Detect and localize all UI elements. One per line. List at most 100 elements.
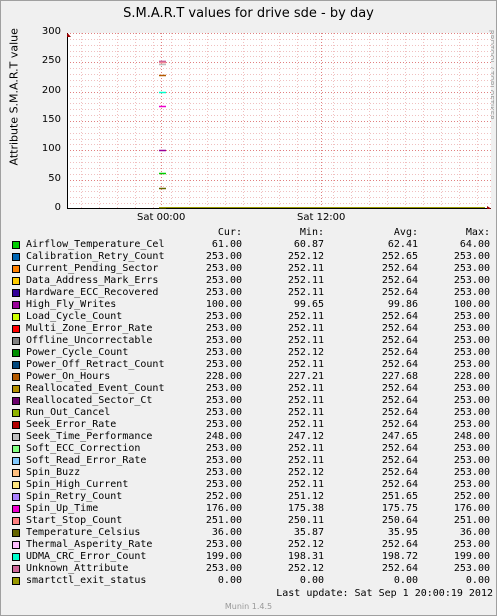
legend-name: Temperature_Celsius — [26, 527, 141, 538]
legend-cur-value: 248.00 — [205, 431, 242, 442]
legend-swatch — [12, 553, 20, 561]
legend-min-value: 252.11 — [287, 407, 324, 418]
y-tick-label: 200 — [41, 84, 61, 96]
legend-max-value: 253.00 — [453, 467, 490, 478]
legend-avg-value: 62.41 — [387, 239, 418, 250]
legend-cur-value: 253.00 — [205, 455, 242, 466]
legend-avg-value: 252.65 — [381, 251, 418, 262]
legend-swatch — [12, 565, 20, 573]
legend-max-value: 199.00 — [453, 551, 490, 562]
legend-cur-value: 228.00 — [205, 371, 242, 382]
legend-cur-value: 253.00 — [205, 287, 242, 298]
legend-swatch — [12, 421, 20, 429]
column-header-avg: Avg: — [393, 227, 418, 238]
legend-min-value: 252.11 — [287, 395, 324, 406]
legend-min-value: 252.11 — [287, 359, 324, 370]
legend-min-value: 99.65 — [293, 299, 324, 310]
legend-name: Data_Address_Mark_Errs — [26, 275, 159, 286]
legend-row: Seek_Time_Performance 248.00 247.12 247.65 2… — [12, 431, 492, 443]
legend-row: Multi_Zone_Error_Rate 253.00 252.11 252.64 2… — [12, 323, 492, 335]
legend-swatch — [12, 469, 20, 477]
legend-row: Soft_ECC_Correction 253.00 252.11 252.64 253… — [12, 443, 492, 455]
legend-cur-value: 253.00 — [205, 383, 242, 394]
y-tick-label: 50 — [48, 172, 61, 184]
legend-name: Reallocated_Event_Count — [26, 383, 165, 394]
legend-avg-value: 252.64 — [381, 287, 418, 298]
legend-row: Seek_Error_Rate 253.00 252.11 252.64 253.00 — [12, 419, 492, 431]
legend-name: Load_Cycle_Count — [26, 311, 123, 322]
legend-cur-value: 251.00 — [205, 515, 242, 526]
legend-min-value: 252.12 — [287, 251, 324, 262]
legend-avg-value: 252.64 — [381, 539, 418, 550]
legend-name: Offline_Uncorrectable — [26, 335, 153, 346]
legend-avg-value: 252.64 — [381, 419, 418, 430]
legend-swatch — [12, 445, 20, 453]
legend-name: High_Fly_Writes — [26, 299, 117, 310]
legend-avg-value: 252.64 — [381, 275, 418, 286]
legend-min-value: 252.11 — [287, 323, 324, 334]
legend-row: Spin_Up_Time 176.00 175.38 175.75 176.00 — [12, 503, 492, 515]
legend-row: UDMA_CRC_Error_Count 199.00 198.31 198.72 19… — [12, 551, 492, 563]
legend-row: Power_On_Hours 228.00 227.21 227.68 228.00 — [12, 371, 492, 383]
legend-max-value: 253.00 — [453, 383, 490, 394]
legend-avg-value: 252.64 — [381, 479, 418, 490]
legend-name: Seek_Error_Rate — [26, 419, 117, 430]
legend-max-value: 176.00 — [453, 503, 490, 514]
legend-max-value: 253.00 — [453, 563, 490, 574]
legend-max-value: 253.00 — [453, 443, 490, 454]
legend-name: Thermal_Asperity_Rate — [26, 539, 153, 550]
legend-min-value: 198.31 — [287, 551, 324, 562]
legend-avg-value: 227.68 — [381, 371, 418, 382]
legend-min-value: 252.12 — [287, 347, 324, 358]
y-tick-label: 250 — [41, 55, 61, 67]
legend-max-value: 228.00 — [453, 371, 490, 382]
legend-cur-value: 253.00 — [205, 407, 242, 418]
legend-max-value: 253.00 — [453, 359, 490, 370]
legend-cur-value: 199.00 — [205, 551, 242, 562]
legend-cur-value: 253.00 — [205, 323, 242, 334]
legend-max-value: 253.00 — [453, 323, 490, 334]
legend-min-value: 252.11 — [287, 263, 324, 274]
legend-swatch — [12, 349, 20, 357]
legend-row: High_Fly_Writes 100.00 99.65 99.86 100.00 — [12, 299, 492, 311]
legend-cur-value: 253.00 — [205, 395, 242, 406]
legend-max-value: 253.00 — [453, 407, 490, 418]
legend-min-value: 0.00 — [299, 575, 324, 586]
legend-row: Power_Cycle_Count 253.00 252.12 252.64 253.0… — [12, 347, 492, 359]
legend-avg-value: 0.00 — [393, 575, 418, 586]
legend-swatch — [12, 385, 20, 393]
legend-swatch — [12, 361, 20, 369]
legend-name: Reallocated_Sector_Ct — [26, 395, 153, 406]
legend-swatch — [12, 505, 20, 513]
last-update: Last update: Sat Sep 1 20:00:19 2012 — [276, 588, 493, 599]
legend-cur-value: 100.00 — [205, 299, 242, 310]
legend-avg-value: 252.64 — [381, 263, 418, 274]
legend-row: Current_Pending_Sector 253.00 252.11 252.64… — [12, 263, 492, 275]
legend-avg-value: 252.64 — [381, 467, 418, 478]
legend-row: Reallocated_Event_Count 253.00 252.11 252.6… — [12, 383, 492, 395]
legend-max-value: 253.00 — [453, 263, 490, 274]
legend-avg-value: 252.64 — [381, 407, 418, 418]
legend-row: Airflow_Temperature_Cel 61.00 60.87 62.41 64… — [12, 239, 492, 251]
legend-cur-value: 253.00 — [205, 359, 242, 370]
legend-name: Multi_Zone_Error_Rate — [26, 323, 153, 334]
legend-name: Run_Out_Cancel — [26, 407, 111, 418]
legend-avg-value: 252.64 — [381, 335, 418, 346]
y-tick-label: 150 — [41, 114, 61, 125]
y-tick-label: 100 — [41, 143, 61, 155]
legend-avg-value: 252.64 — [381, 347, 418, 358]
y-tick-label: 300 — [41, 26, 61, 37]
legend-avg-value: 252.64 — [381, 383, 418, 394]
legend-min-value: 247.12 — [287, 431, 324, 442]
legend-avg-value: 99.86 — [387, 299, 418, 310]
legend-avg-value: 250.64 — [381, 515, 418, 526]
legend-cur-value: 253.00 — [205, 251, 242, 262]
legend-name: Soft_ECC_Correction — [26, 443, 141, 454]
legend-name: Spin_Buzz — [26, 467, 81, 478]
legend-min-value: 252.11 — [287, 287, 324, 298]
legend-min-value: 227.21 — [287, 371, 324, 382]
legend-row: Start_Stop_Count 251.00 250.11 250.64 251.00 — [12, 515, 492, 527]
legend-swatch — [12, 457, 20, 465]
legend-max-value: 253.00 — [453, 395, 490, 406]
legend-row: Soft_Read_Error_Rate 253.00 252.11 252.64 25… — [12, 455, 492, 467]
